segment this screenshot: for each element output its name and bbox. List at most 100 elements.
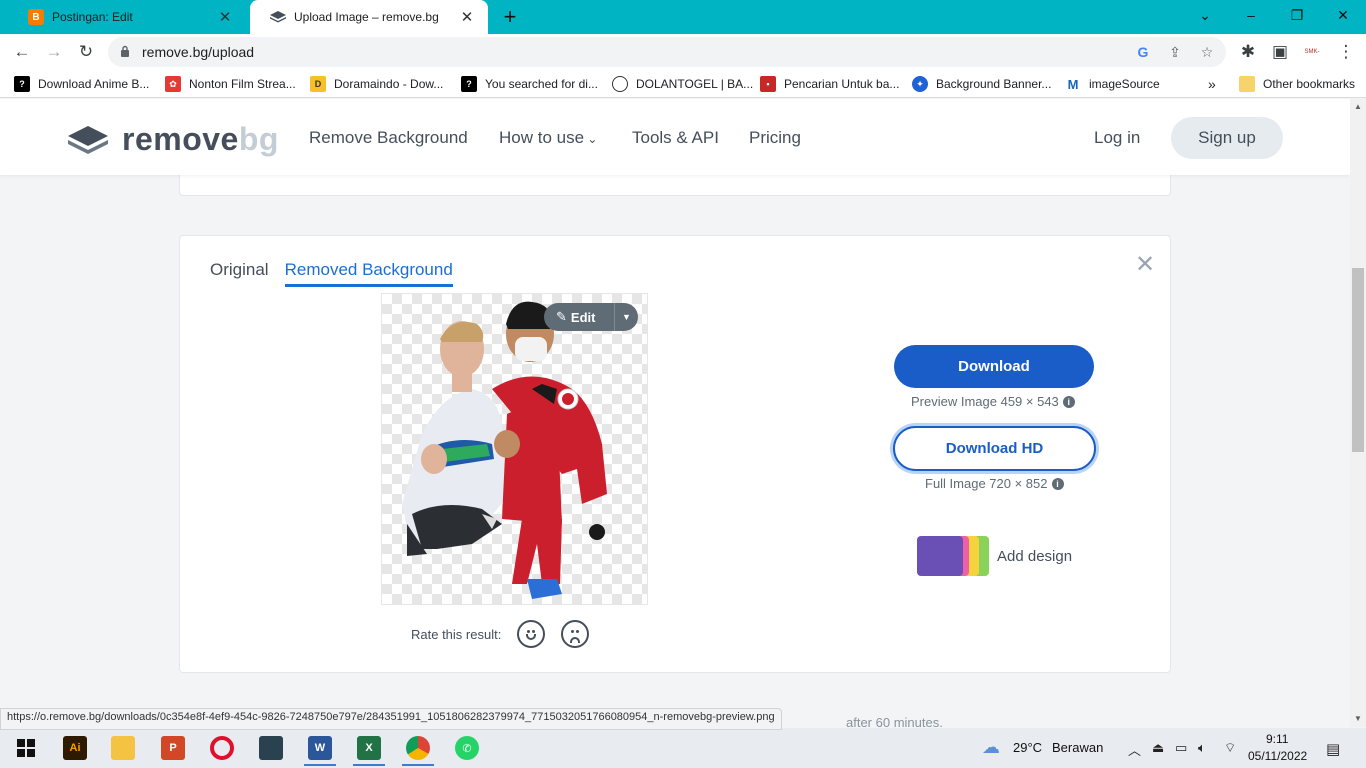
bookmark-star-icon[interactable]: ☆ bbox=[1198, 43, 1216, 61]
result-card: Original Removed Background ✕ ✎ Edit ▼ R… bbox=[179, 235, 1171, 673]
caret-down-icon[interactable]: ▼ bbox=[614, 303, 638, 331]
scroll-down-icon[interactable]: ▼ bbox=[1354, 714, 1362, 723]
nav-tools-api[interactable]: Tools & API bbox=[632, 128, 719, 148]
powerpoint-icon[interactable]: P bbox=[161, 736, 185, 760]
other-bookmarks[interactable]: Other bookmarks bbox=[1239, 75, 1355, 93]
folder-icon bbox=[1239, 76, 1255, 92]
full-image-info: Full Image 720 × 852 i bbox=[925, 476, 1064, 491]
close-tab-icon[interactable]: ✕ bbox=[216, 8, 234, 26]
tab-search-icon[interactable]: ⌄ bbox=[1182, 0, 1228, 30]
clock-time[interactable]: 9:11 bbox=[1266, 732, 1288, 746]
back-icon[interactable]: ← bbox=[10, 40, 34, 64]
brush-icon: ✎ bbox=[556, 309, 567, 324]
restore-icon[interactable]: ❐ bbox=[1274, 0, 1320, 30]
tab-removed-background[interactable]: Removed Background bbox=[284, 260, 453, 287]
browser-tab-bar: B Postingan: Edit ✕ Upload Image – remov… bbox=[0, 0, 1366, 34]
smile-face-icon[interactable] bbox=[517, 620, 546, 648]
logo-text: remove bbox=[122, 121, 239, 157]
bookmark-favicon-icon: ✿ bbox=[165, 76, 181, 92]
nav-pricing[interactable]: Pricing bbox=[749, 128, 801, 148]
illustrator-icon[interactable]: Ai bbox=[63, 736, 87, 760]
status-bar-url: https://o.remove.bg/downloads/0c354e8f-4… bbox=[0, 708, 782, 730]
preview-info: Preview Image 459 × 543 i bbox=[911, 394, 1075, 409]
bookmark-item[interactable]: ▪ Pencarian Untuk ba... bbox=[760, 75, 899, 93]
bookmark-item[interactable]: ✦ Background Banner... bbox=[912, 75, 1051, 93]
excel-icon[interactable]: X bbox=[353, 736, 385, 766]
reload-icon[interactable]: ↻ bbox=[74, 40, 98, 64]
windows-start-icon[interactable] bbox=[14, 736, 38, 760]
clock-date[interactable]: 05/11/2022 bbox=[1248, 749, 1307, 763]
tab-original[interactable]: Original bbox=[210, 260, 269, 287]
weather-cloud-icon[interactable]: ☁ bbox=[982, 737, 1000, 758]
removebg-logo[interactable]: removebg bbox=[66, 121, 279, 158]
google-lens-icon[interactable]: G bbox=[1134, 43, 1152, 61]
browser-toolbar: ← → ↻ remove.bg/upload G ⇪ ☆ ✱ ▣ SMK-Net… bbox=[0, 34, 1366, 79]
weather-text[interactable]: Berawan bbox=[1052, 740, 1103, 755]
bookmark-item[interactable]: MimageSource bbox=[1065, 75, 1160, 93]
extensions-icon[interactable]: ✱ bbox=[1236, 40, 1260, 64]
edit-button[interactable]: ✎ Edit ▼ bbox=[544, 303, 638, 331]
chrome-icon[interactable] bbox=[402, 736, 434, 766]
bookmark-item[interactable]: ? Download Anime B... bbox=[14, 75, 149, 93]
menu-icon[interactable]: ⋮ bbox=[1334, 40, 1358, 64]
url-text: remove.bg/upload bbox=[142, 44, 255, 60]
bookmark-favicon-icon: ? bbox=[461, 76, 477, 92]
bookmark-favicon-icon: D bbox=[310, 76, 326, 92]
file-explorer-icon[interactable] bbox=[111, 736, 135, 760]
blogger-icon: B bbox=[28, 9, 44, 25]
battery-icon[interactable]: ▭ bbox=[1175, 740, 1187, 756]
download-button[interactable]: Download bbox=[894, 345, 1094, 388]
close-window-icon[interactable]: ✕ bbox=[1320, 0, 1366, 30]
login-link[interactable]: Log in bbox=[1094, 128, 1140, 148]
forward-icon[interactable]: → bbox=[42, 40, 66, 64]
chevron-up-icon[interactable]: ︿ bbox=[1128, 740, 1141, 759]
bookmark-item[interactable]: DOLANTOGEL | BA... bbox=[612, 75, 753, 93]
whatsapp-icon[interactable]: ✆ bbox=[455, 736, 479, 760]
browser-tab-postingan[interactable]: B Postingan: Edit ✕ bbox=[8, 0, 246, 34]
opera-icon[interactable] bbox=[210, 736, 234, 760]
scrollbar-thumb[interactable] bbox=[1352, 268, 1364, 452]
share-icon[interactable]: ⇪ bbox=[1166, 43, 1184, 61]
side-panel-icon[interactable]: ▣ bbox=[1268, 40, 1292, 64]
notifications-icon[interactable]: ▤ bbox=[1326, 740, 1340, 758]
sad-face-icon[interactable] bbox=[561, 620, 590, 648]
minimize-icon[interactable]: – bbox=[1228, 0, 1274, 30]
profile-avatar[interactable]: SMK-Net bbox=[1300, 40, 1324, 79]
usb-icon[interactable]: ⏏ bbox=[1152, 740, 1164, 756]
bookmark-item[interactable]: ? You searched for di... bbox=[461, 75, 598, 93]
design-stack-icon bbox=[917, 532, 991, 580]
photo-app-icon[interactable] bbox=[259, 736, 283, 760]
address-bar[interactable]: remove.bg/upload G ⇪ ☆ bbox=[108, 37, 1226, 67]
bookmarks-overflow-icon[interactable]: » bbox=[1208, 75, 1216, 93]
bookmark-favicon-icon: ✦ bbox=[912, 76, 928, 92]
tab-title: Postingan: Edit bbox=[52, 10, 133, 24]
bookmark-favicon-icon: M bbox=[1065, 76, 1081, 92]
windows-taskbar: Ai P W X ✆ ☁ 29°C Berawan ︿ ⏏ ▭ 🔈︎ ⌔ 9:1… bbox=[0, 728, 1366, 768]
signup-button[interactable]: Sign up bbox=[1171, 117, 1283, 159]
add-design-button[interactable]: Add design bbox=[917, 532, 1072, 580]
browser-tab-removebg[interactable]: Upload Image – remove.bg ✕ bbox=[250, 0, 488, 34]
chevron-down-icon: ⌄ bbox=[584, 132, 598, 146]
info-icon[interactable]: i bbox=[1062, 395, 1075, 408]
download-hd-button[interactable]: Download HD bbox=[893, 426, 1096, 471]
new-tab-icon[interactable]: + bbox=[498, 4, 522, 30]
close-icon[interactable]: ✕ bbox=[1135, 250, 1155, 279]
weather-temp[interactable]: 29°C bbox=[1013, 740, 1042, 755]
info-icon[interactable]: i bbox=[1051, 477, 1064, 490]
tab-title: Upload Image – remove.bg bbox=[294, 10, 439, 24]
wifi-icon[interactable]: ⌔ bbox=[1224, 740, 1236, 756]
nav-how-to-use[interactable]: How to use ⌄ bbox=[499, 128, 597, 148]
globe-icon bbox=[612, 76, 628, 92]
bookmarks-bar: ? Download Anime B... ✿ Nonton Film Strea.… bbox=[0, 70, 1366, 98]
word-icon[interactable]: W bbox=[304, 736, 336, 766]
logo-text-bg: bg bbox=[238, 121, 279, 157]
logo-icon bbox=[68, 125, 108, 154]
bookmark-item[interactable]: ✿ Nonton Film Strea... bbox=[165, 75, 296, 93]
nav-remove-background[interactable]: Remove Background bbox=[309, 128, 468, 148]
scroll-up-icon[interactable]: ▲ bbox=[1354, 102, 1362, 111]
volume-icon[interactable]: 🔈︎ bbox=[1198, 740, 1206, 756]
bookmark-favicon-icon: ▪ bbox=[760, 76, 776, 92]
result-preview-image: ✎ Edit ▼ bbox=[381, 293, 648, 605]
bookmark-item[interactable]: D Doramaindo - Dow... bbox=[310, 75, 443, 93]
close-tab-icon[interactable]: ✕ bbox=[458, 8, 476, 26]
